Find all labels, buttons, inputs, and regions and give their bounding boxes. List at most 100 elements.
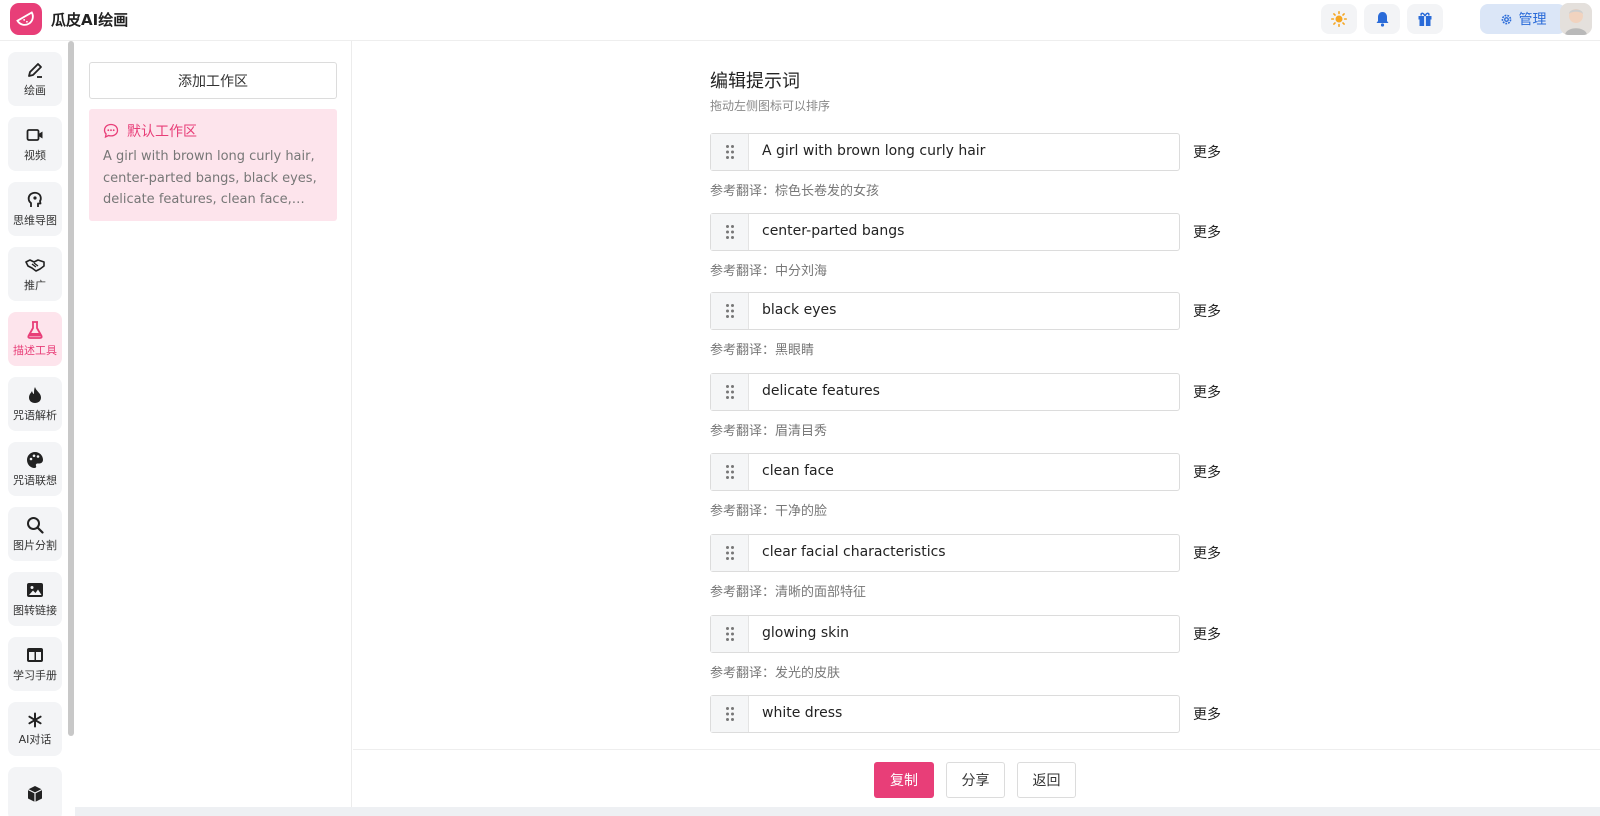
prompt-translation: 参考翻译：棕色长卷发的女孩 xyxy=(710,184,880,199)
more-button[interactable]: 更多 xyxy=(1193,222,1221,242)
drag-handle[interactable] xyxy=(711,535,749,571)
admin-button[interactable]: 管理 xyxy=(1480,4,1566,34)
drag-handle-icon xyxy=(725,145,734,159)
drag-handle-icon xyxy=(725,225,734,239)
avatar-icon xyxy=(1560,3,1592,35)
nav-item-study-guide[interactable]: 学习手册 xyxy=(8,637,62,691)
nav-item-prompt-association[interactable]: 咒语联想 xyxy=(8,442,62,496)
workspace-panel: 添加工作区 默认工作区 A girl with brown long curly… xyxy=(75,41,352,807)
prompt-translation: 参考翻译：眉清目秀 xyxy=(710,424,828,439)
add-workspace-button[interactable]: 添加工作区 xyxy=(89,62,337,99)
prompt-row: A girl with brown long curly hair 更多 参考翻… xyxy=(710,133,1240,213)
more-button[interactable]: 更多 xyxy=(1193,382,1221,402)
user-avatar[interactable] xyxy=(1560,3,1592,35)
prompt-text[interactable]: A girl with brown long curly hair xyxy=(762,143,985,159)
prompt-row: delicate features 更多 参考翻译：眉清目秀 xyxy=(710,373,1240,453)
fire-icon xyxy=(29,386,41,403)
more-button[interactable]: 更多 xyxy=(1193,462,1221,482)
video-icon xyxy=(26,128,43,141)
copy-button[interactable]: 复制 xyxy=(874,762,934,798)
nav-item-describe-tool[interactable]: 描述工具 xyxy=(8,312,62,366)
image-icon xyxy=(27,582,43,597)
gift-button[interactable] xyxy=(1407,4,1443,34)
asterisk-icon xyxy=(28,712,42,727)
app-logo[interactable] xyxy=(10,3,42,35)
layout-icon xyxy=(27,647,43,662)
prompt-field[interactable]: center-parted bangs xyxy=(710,213,1180,251)
nav-item-label: 咒语联想 xyxy=(13,473,57,487)
prompt-text[interactable]: glowing skin xyxy=(762,625,849,641)
drag-handle[interactable] xyxy=(711,696,749,732)
notifications-button[interactable] xyxy=(1364,4,1400,34)
page-title: 编辑提示词 xyxy=(710,71,800,92)
prompt-field[interactable]: black eyes xyxy=(710,292,1180,330)
prompt-row: clear facial characteristics 更多 参考翻译：清晰的… xyxy=(710,534,1240,614)
nav-item-prompt-parse[interactable]: 咒语解析 xyxy=(8,377,62,431)
drag-handle[interactable] xyxy=(711,214,749,250)
more-button[interactable]: 更多 xyxy=(1193,142,1221,162)
prompt-text[interactable]: clean face xyxy=(762,463,834,479)
nav-item-draw[interactable]: 绘画 xyxy=(8,52,62,106)
nav-item-video[interactable]: 视频 xyxy=(8,117,62,171)
chat-bubble-icon xyxy=(103,123,119,139)
prompt-row: white dress 更多 xyxy=(710,695,1240,749)
nav-item-label: 咒语解析 xyxy=(13,408,57,422)
nav-item-promote[interactable]: 推广 xyxy=(8,247,62,301)
gift-icon xyxy=(1418,12,1432,26)
nav-item-label: 描述工具 xyxy=(13,343,57,357)
workspace-card-default[interactable]: 默认工作区 A girl with brown long curly hair,… xyxy=(89,109,337,221)
nav-item-more[interactable] xyxy=(8,767,62,816)
main-nav: 绘画 视频 思维导图 推广 描述工具 咒语解析 咒语联想 图片分割 图转链接 学… xyxy=(0,41,70,816)
prompt-text[interactable]: black eyes xyxy=(762,302,836,318)
prompt-translation: 参考翻译：清晰的面部特征 xyxy=(710,585,867,600)
nav-item-label: 绘画 xyxy=(24,83,46,97)
prompt-text[interactable]: white dress xyxy=(762,705,842,721)
admin-label: 管理 xyxy=(1518,12,1547,28)
prompt-text[interactable]: clear facial characteristics xyxy=(762,544,946,560)
share-button[interactable]: 分享 xyxy=(946,762,1005,798)
nav-item-image-to-link[interactable]: 图转链接 xyxy=(8,572,62,626)
prompt-translation: 参考翻译：中分刘海 xyxy=(710,264,828,279)
more-button[interactable]: 更多 xyxy=(1193,624,1221,644)
watermelon-icon xyxy=(16,11,34,26)
nav-item-label: 思维导图 xyxy=(13,213,57,227)
prompt-field[interactable]: A girl with brown long curly hair xyxy=(710,133,1180,171)
nav-item-ai-chat[interactable]: AI对话 xyxy=(8,702,62,756)
prompt-row: clean face 更多 参考翻译：干净的脸 xyxy=(710,453,1240,533)
flask-icon xyxy=(27,320,43,339)
back-button[interactable]: 返回 xyxy=(1017,762,1076,798)
drag-handle[interactable] xyxy=(711,454,749,490)
brain-icon xyxy=(27,191,42,207)
drag-handle-icon xyxy=(725,627,734,641)
more-button[interactable]: 更多 xyxy=(1193,543,1221,563)
prompt-text[interactable]: center-parted bangs xyxy=(762,223,904,239)
nav-item-label: 学习手册 xyxy=(13,668,57,682)
nav-item-mindmap[interactable]: 思维导图 xyxy=(8,182,62,236)
horizontal-scrollbar[interactable] xyxy=(75,807,1600,816)
nav-item-image-segmentation[interactable]: 图片分割 xyxy=(8,507,62,561)
nav-item-label: 推广 xyxy=(24,278,46,292)
search-icon xyxy=(27,516,44,534)
prompt-field[interactable]: clear facial characteristics xyxy=(710,534,1180,572)
prompt-text[interactable]: delicate features xyxy=(762,383,880,399)
prompt-field[interactable]: glowing skin xyxy=(710,615,1180,653)
drag-handle-icon xyxy=(725,707,734,721)
prompt-row: black eyes 更多 参考翻译：黑眼睛 xyxy=(710,292,1240,372)
drag-handle[interactable] xyxy=(711,293,749,329)
more-button[interactable]: 更多 xyxy=(1193,301,1221,321)
prompt-row: center-parted bangs 更多 参考翻译：中分刘海 xyxy=(710,213,1240,293)
drag-handle[interactable] xyxy=(711,616,749,652)
nav-item-label: 图转链接 xyxy=(13,603,57,617)
pen-icon xyxy=(28,62,42,78)
prompt-field[interactable]: white dress xyxy=(710,695,1180,733)
drag-handle[interactable] xyxy=(711,374,749,410)
drag-handle-icon xyxy=(725,546,734,560)
prompt-field[interactable]: clean face xyxy=(710,453,1180,491)
nav-scrollbar[interactable] xyxy=(68,41,74,736)
prompt-field[interactable]: delicate features xyxy=(710,373,1180,411)
box-icon xyxy=(27,786,43,802)
theme-toggle-button[interactable] xyxy=(1321,4,1357,34)
more-button[interactable]: 更多 xyxy=(1193,704,1221,724)
prompt-translation: 参考翻译：发光的皮肤 xyxy=(710,666,841,681)
drag-handle[interactable] xyxy=(711,134,749,170)
